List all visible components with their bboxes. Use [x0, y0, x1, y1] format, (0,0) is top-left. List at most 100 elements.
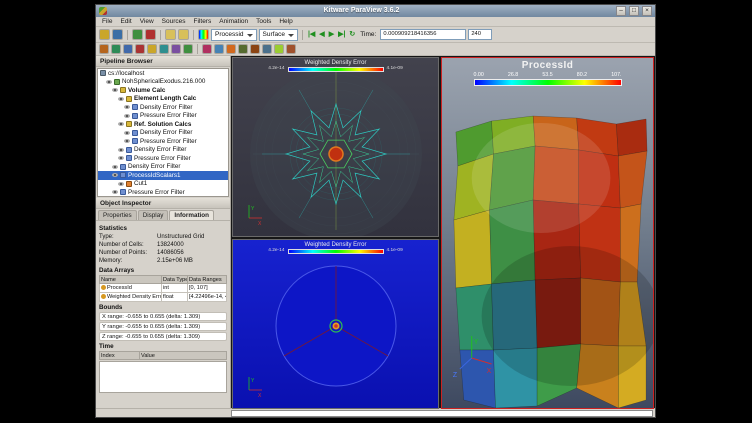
menu-sources[interactable]: Sources	[162, 18, 186, 25]
connect-server-icon[interactable]	[132, 29, 143, 40]
stream-tracer-icon[interactable]	[183, 44, 193, 54]
visibility-eye-icon[interactable]	[112, 165, 118, 169]
menu-filters[interactable]: Filters	[194, 18, 212, 25]
pipeline-item-density-error-filter[interactable]: Density Error Filter	[98, 103, 228, 112]
visibility-eye-icon[interactable]	[118, 148, 124, 152]
pipeline-item-density-error-filter[interactable]: Density Error Filter	[98, 129, 228, 138]
probe-location-icon[interactable]	[286, 44, 296, 54]
integrate-variables-icon[interactable]	[262, 44, 272, 54]
visibility-eye-icon[interactable]	[106, 80, 112, 84]
object-inspector-header[interactable]: Object Inspector	[96, 198, 230, 209]
visibility-eye-icon[interactable]	[118, 97, 124, 101]
extract-group-icon[interactable]	[226, 44, 236, 54]
minimize-button[interactable]: –	[616, 6, 626, 16]
last-frame-button[interactable]: ▶|	[337, 29, 346, 41]
time-value-field[interactable]: 0.000909218416356	[380, 29, 466, 40]
visibility-eye-icon[interactable]	[118, 156, 124, 160]
close-button[interactable]: ×	[642, 6, 652, 16]
menu-animation[interactable]: Animation	[219, 18, 248, 25]
pipeline-item-source[interactable]: NohSphericalExodus.216.000	[98, 78, 228, 87]
visibility-eye-icon[interactable]	[118, 122, 124, 126]
frame-index-field[interactable]: 240	[468, 29, 492, 40]
column-header-data-type[interactable]: Data Type	[162, 276, 188, 284]
pipeline-item-server[interactable]: cs://localhost	[98, 69, 228, 78]
paraview-window: Kitware ParaView 3.6.2 – □ × File Edit V…	[95, 4, 656, 418]
svg-text:X: X	[258, 393, 262, 399]
previous-frame-button[interactable]: ◀	[318, 29, 325, 41]
calculator-filter-icon[interactable]	[99, 44, 109, 54]
extract-subset-icon[interactable]	[159, 44, 169, 54]
pipeline-item-label: Ref. Solution Calcs	[134, 121, 191, 128]
cut-filter-icon	[126, 181, 132, 187]
loop-button[interactable]: ↻	[348, 29, 356, 41]
pipeline-browser-header[interactable]: Pipeline Browser	[96, 56, 230, 67]
redo-icon[interactable]	[178, 29, 189, 40]
pipeline-item-pressure-error-filter[interactable]: Pressure Error Filter	[98, 188, 228, 197]
tab-properties[interactable]: Properties	[98, 210, 137, 220]
visibility-eye-icon[interactable]	[112, 173, 118, 177]
pipeline-item-cut[interactable]: Cut1	[98, 180, 228, 189]
visibility-eye-icon[interactable]	[124, 105, 130, 109]
pipeline-item-volume-calc[interactable]: Volume Calc	[98, 86, 228, 95]
density-field-scene: Y X	[233, 240, 438, 408]
point-to-cell-data-icon[interactable]	[250, 44, 260, 54]
title-bar[interactable]: Kitware ParaView 3.6.2 – □ ×	[96, 5, 655, 17]
menu-edit[interactable]: Edit	[120, 18, 131, 25]
threshold-filter-icon[interactable]	[147, 44, 157, 54]
table-row[interactable]: ProcessId int [0, 107]	[100, 284, 227, 293]
pipeline-item-pressure-error-filter[interactable]: Pressure Error Filter	[98, 137, 228, 146]
stat-row: Number of Points: 14086056	[99, 249, 227, 257]
tab-information[interactable]: Information	[169, 210, 214, 220]
pipeline-item-ref-solution-calcs[interactable]: Ref. Solution Calcs	[98, 120, 228, 129]
contour-filter-icon[interactable]	[111, 44, 121, 54]
disconnect-server-icon[interactable]	[145, 29, 156, 40]
warp-vector-icon[interactable]	[202, 44, 212, 54]
visibility-eye-icon[interactable]	[124, 114, 130, 118]
pipeline-item-density-error-filter[interactable]: Density Error Filter	[98, 146, 228, 155]
column-header-index[interactable]: Index	[100, 352, 140, 360]
toolbar-separator	[302, 30, 303, 40]
menu-tools[interactable]: Tools	[256, 18, 271, 25]
save-data-icon[interactable]	[112, 29, 123, 40]
visibility-eye-icon[interactable]	[112, 190, 118, 194]
table-row[interactable]: Weighted Density Error float [4.22496e-1…	[100, 293, 227, 302]
glyph-filter-icon[interactable]	[171, 44, 181, 54]
time-table-body[interactable]	[99, 361, 227, 393]
undo-icon[interactable]	[165, 29, 176, 40]
stat-row: Number of Cells: 13824000	[99, 241, 227, 249]
color-by-array-icon[interactable]	[198, 29, 209, 40]
pipeline-tree[interactable]: cs://localhost NohSphericalExodus.216.00…	[97, 68, 229, 197]
column-header-data-ranges[interactable]: Data Ranges	[188, 276, 227, 284]
visibility-eye-icon[interactable]	[112, 88, 118, 92]
representation-combo[interactable]: Surface	[259, 29, 298, 41]
visibility-eye-icon[interactable]	[124, 131, 130, 135]
pipeline-item-pressure-error-filter[interactable]: Pressure Error Filter	[98, 112, 228, 121]
cell-to-point-data-icon[interactable]	[238, 44, 248, 54]
pipeline-item-element-length-calc[interactable]: Element Length Calc	[98, 95, 228, 104]
clip-filter-icon[interactable]	[123, 44, 133, 54]
render-view-density-field[interactable]: Y X 4.2e-14 Weighted Density Error 4.1e-…	[232, 239, 439, 409]
time-label: Time:	[360, 31, 376, 38]
visibility-eye-icon[interactable]	[118, 182, 124, 186]
column-header-value[interactable]: Value	[140, 352, 227, 360]
render-view-density-mesh[interactable]: Y X 4.2e-14 Weighted Density Error 4.1e-…	[232, 57, 439, 237]
open-file-icon[interactable]	[99, 29, 110, 40]
svg-text:Y: Y	[251, 206, 255, 212]
color-array-combo[interactable]: Processid	[211, 29, 257, 41]
tab-display[interactable]: Display	[138, 210, 169, 220]
menu-help[interactable]: Help	[279, 18, 292, 25]
visibility-eye-icon[interactable]	[124, 139, 130, 143]
pipeline-item-pressure-error-filter[interactable]: Pressure Error Filter	[98, 154, 228, 163]
render-view-processid[interactable]: Y X Z ProcessId 0.00 26.8 53.5 80.2 107.	[441, 57, 654, 409]
menu-file[interactable]: File	[102, 18, 112, 25]
play-button[interactable]: ▶	[328, 29, 335, 41]
first-frame-button[interactable]: |◀	[307, 29, 316, 41]
maximize-button[interactable]: □	[629, 6, 639, 16]
slice-filter-icon[interactable]	[135, 44, 145, 54]
pipeline-item-density-error-filter[interactable]: Density Error Filter	[98, 163, 228, 172]
pipeline-item-processid-scalars[interactable]: ProcessIdScalars1	[98, 171, 228, 180]
plot-over-line-icon[interactable]	[274, 44, 284, 54]
menu-view[interactable]: View	[140, 18, 154, 25]
column-header-name[interactable]: Name	[100, 276, 162, 284]
group-datasets-icon[interactable]	[214, 44, 224, 54]
